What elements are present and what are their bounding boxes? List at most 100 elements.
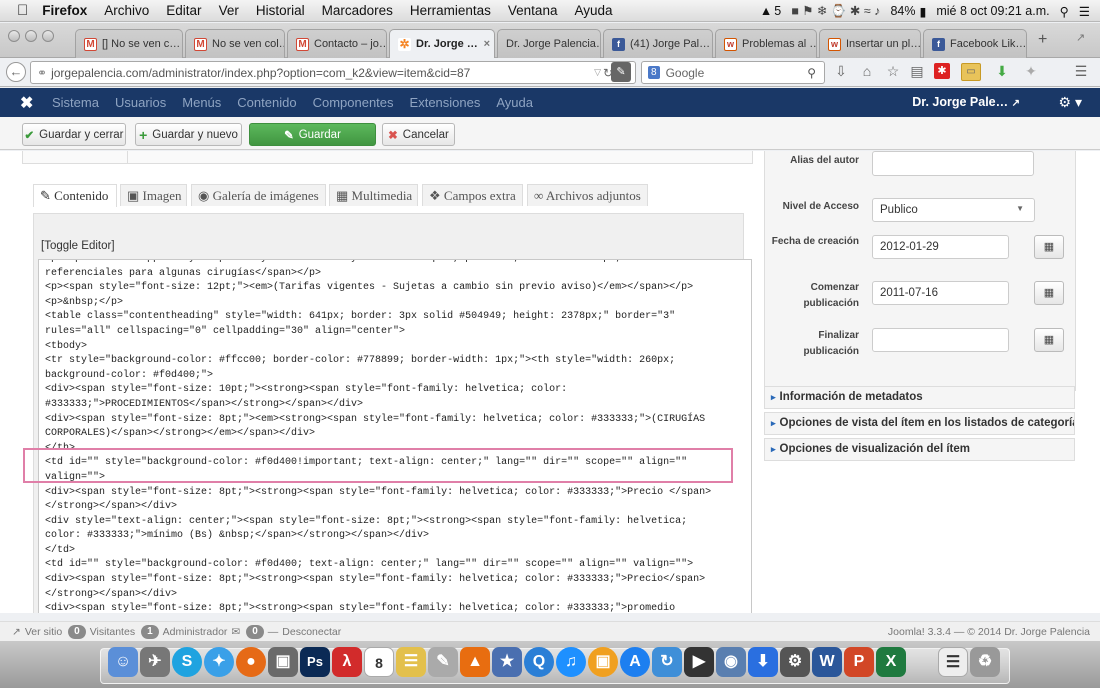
new-tab-icon[interactable]: +	[1038, 31, 1047, 49]
apple-icon[interactable]: 	[17, 2, 28, 19]
clock[interactable]: mié 8 oct 09:21 a.m.	[936, 4, 1049, 18]
browser-tab[interactable]: w Problemas al …	[715, 29, 817, 58]
search-engine-icon[interactable]: 8	[648, 66, 660, 79]
calendar-icon[interactable]: 8	[364, 647, 394, 677]
publish-down-calendar-button[interactable]: ▦	[1034, 328, 1064, 352]
nav-usuarios[interactable]: Usuarios	[115, 95, 166, 110]
launchpad-icon[interactable]: ✈	[140, 647, 170, 677]
tab-contenido[interactable]: ✎ Contenido	[33, 184, 117, 207]
tab-galeria[interactable]: ◉ Galería de imágenes	[191, 184, 326, 206]
video-icon[interactable]: ◉	[716, 647, 746, 677]
minimize-window-button[interactable]	[25, 30, 37, 42]
cancel-button[interactable]: ✖ Cancelar	[382, 123, 455, 146]
status-icons[interactable]: ■ ⚑ ❄ ⌚ ✱ ≈ ♪	[791, 3, 880, 19]
search-icon[interactable]: ⚲	[807, 66, 816, 80]
tab-close-icon[interactable]: ×	[480, 38, 490, 50]
addon-wing-icon[interactable]: ✦	[1022, 63, 1040, 80]
notification-center-icon[interactable]: ☰	[1079, 4, 1090, 19]
browser-tab[interactable]: Dr. Jorge Palencia…	[497, 29, 601, 58]
nav-sistema[interactable]: Sistema	[52, 95, 99, 110]
save-close-button[interactable]: ✔ Guardar y cerrar	[22, 123, 126, 146]
tab-multimedia[interactable]: ▦ Multimedia	[329, 184, 418, 206]
menu-historial[interactable]: Historial	[256, 3, 305, 18]
view-site-link[interactable]: Ver sitio	[25, 626, 62, 638]
reader-icon[interactable]: ✎	[611, 62, 631, 82]
close-window-button[interactable]	[8, 30, 20, 42]
star-app-icon[interactable]: ★	[492, 647, 522, 677]
search-box[interactable]: 8 Google ⚲	[641, 61, 825, 84]
safari-icon[interactable]: ✦	[204, 647, 234, 677]
menu-app-name[interactable]: Firefox	[42, 3, 87, 18]
notes-icon[interactable]: ☰	[396, 647, 426, 677]
dropdown-icon[interactable]: ▽	[594, 67, 601, 78]
clapper-icon[interactable]: ▶	[684, 647, 714, 677]
envelope-icon[interactable]: ✉	[231, 626, 240, 638]
html-source-textarea[interactable]: <p><span class="Apple-style-span" style=…	[38, 259, 752, 613]
menu-herramientas[interactable]: Herramientas	[410, 3, 491, 18]
save-button[interactable]: ✎ Guardar	[249, 123, 376, 146]
green-arrow-icon[interactable]: ⬇	[993, 63, 1011, 80]
url-bar[interactable]: ⚭ jorgepalencia.com/administrator/index.…	[30, 61, 636, 84]
browser-tab-active[interactable]: ✲ Dr. Jorge … ×	[389, 29, 495, 59]
toggle-editor-link[interactable]: [Toggle Editor]	[41, 240, 115, 252]
vlc-icon[interactable]: ▲	[460, 647, 490, 677]
gear-icon[interactable]: ⚙ ▾	[1059, 94, 1082, 111]
photos-icon[interactable]: ▣	[268, 647, 298, 677]
spotlight-icon[interactable]: ⚲	[1060, 4, 1069, 19]
nav-extensiones[interactable]: Extensiones	[410, 95, 481, 110]
menu-archivo[interactable]: Archivo	[104, 3, 149, 18]
zoom-window-button[interactable]	[42, 30, 54, 42]
download-icon[interactable]: ⇩	[832, 63, 850, 80]
firefox-icon[interactable]: ●	[236, 647, 266, 677]
accordion-category-view[interactable]: ▸ Opciones de vista del ítem en los lista…	[764, 412, 1075, 435]
itunes-icon[interactable]: ♫	[556, 647, 586, 677]
browser-tab[interactable]: f Facebook Lik…	[923, 29, 1027, 58]
word-icon[interactable]: W	[812, 647, 842, 677]
app-store-icon[interactable]: A	[620, 647, 650, 677]
created-date-input[interactable]: 2012-01-29	[872, 235, 1009, 259]
adobe-icon[interactable]: ▲​	[760, 4, 772, 18]
skype-icon[interactable]: S	[172, 647, 202, 677]
ibooks-icon[interactable]: ▣	[588, 647, 618, 677]
quicktime-icon[interactable]: Q	[524, 647, 554, 677]
browser-tab[interactable]: f (41) Jorge Pal…	[603, 29, 713, 58]
fullscreen-icon[interactable]: ↗	[1076, 31, 1085, 44]
logout-link[interactable]: Desconectar	[282, 626, 341, 638]
access-level-select[interactable]: Publico ▼	[872, 198, 1035, 222]
acrobat-icon[interactable]: λ	[332, 647, 362, 677]
nav-contenido[interactable]: Contenido	[237, 95, 296, 110]
trash-icon[interactable]: ♻	[970, 647, 1000, 677]
addon-icon[interactable]: ✱	[934, 63, 950, 79]
created-calendar-button[interactable]: ▦	[1034, 235, 1064, 259]
tab-archivos-adjuntos[interactable]: ∞ Archivos adjuntos	[527, 184, 648, 206]
document-icon[interactable]: ☰	[938, 647, 968, 677]
powerpoint-icon[interactable]: P	[844, 647, 874, 677]
publish-up-calendar-button[interactable]: ▦	[1034, 281, 1064, 305]
publish-up-input[interactable]: 2011-07-16	[872, 281, 1009, 305]
joomla-logo-icon[interactable]: ✖	[20, 93, 40, 113]
tab-campos-extra[interactable]: ❖ Campos extra	[422, 184, 523, 206]
home-icon[interactable]: ⌂	[858, 63, 876, 79]
battery-percent[interactable]: 84%	[890, 4, 915, 18]
finder-icon[interactable]: ☺	[108, 647, 138, 677]
back-arrow-icon[interactable]: ←	[6, 62, 26, 82]
nav-menus[interactable]: Menús	[182, 95, 221, 110]
browser-tab[interactable]: M Contacto – jo…	[287, 29, 387, 58]
menu-ayuda[interactable]: Ayuda	[574, 3, 612, 18]
accordion-metadata[interactable]: ▸ Información de metadatos	[764, 386, 1075, 409]
publish-down-input[interactable]	[872, 328, 1009, 352]
nav-ayuda[interactable]: Ayuda	[496, 95, 533, 110]
menu-ver[interactable]: Ver	[219, 3, 239, 18]
nav-componentes[interactable]: Componentes	[313, 95, 394, 110]
browser-tab[interactable]: M No se ven col…	[185, 29, 285, 58]
browser-tab[interactable]: M [] No se ven c…	[75, 29, 183, 58]
preferences-icon[interactable]: ⚙	[780, 647, 810, 677]
excel-icon[interactable]: X	[876, 647, 906, 677]
browser-tab[interactable]: w Insertar un pl…	[819, 29, 921, 58]
accordion-item-display[interactable]: ▸ Opciones de visualización del ítem	[764, 438, 1075, 461]
menu-hamburger-icon[interactable]: ☰	[1072, 63, 1090, 80]
sync-icon[interactable]: ↻	[652, 647, 682, 677]
download-app-icon[interactable]: ⬇	[748, 647, 778, 677]
menu-editar[interactable]: Editar	[166, 3, 201, 18]
bookmark-star-icon[interactable]: ☆	[884, 63, 902, 80]
